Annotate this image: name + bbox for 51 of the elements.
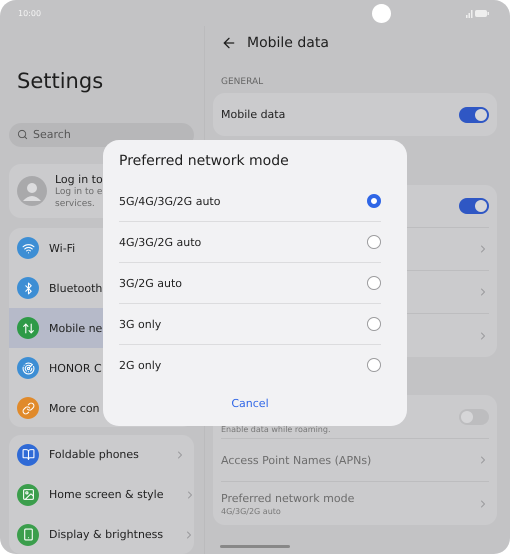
network-option[interactable]: 3G only xyxy=(119,304,381,345)
radar-icon xyxy=(17,357,39,380)
radio-button[interactable] xyxy=(367,317,381,331)
avatar-icon xyxy=(17,176,47,206)
phone-icon xyxy=(17,524,39,546)
settings-title: Settings xyxy=(17,68,104,95)
radio-button[interactable] xyxy=(367,276,381,290)
row-subtitle: 4G/3G/2G auto xyxy=(221,506,282,516)
row-label: Mobile data xyxy=(221,108,286,121)
back-icon[interactable] xyxy=(221,35,237,51)
settings-item[interactable]: Home screen & style xyxy=(9,474,194,515)
item-label: Home screen & style xyxy=(49,488,164,502)
account-subtitle: Log in to e xyxy=(55,186,103,198)
item-label: More con xyxy=(49,402,100,415)
radio-button[interactable] xyxy=(367,235,381,249)
wifi-icon xyxy=(17,237,39,260)
item-label: Wi-Fi xyxy=(49,242,76,255)
settings-item[interactable]: More con xyxy=(9,388,194,427)
cancel-button[interactable]: Cancel xyxy=(223,392,277,415)
network-option[interactable]: 3G/2G auto xyxy=(119,263,381,304)
status-icons xyxy=(466,8,490,18)
bluetooth-icon xyxy=(17,277,39,300)
radio-button[interactable] xyxy=(367,194,381,208)
settings-item[interactable]: Foldable phones xyxy=(9,434,194,475)
account-subtitle: services. xyxy=(55,198,96,210)
toggle-switch[interactable] xyxy=(459,106,489,122)
page-title: Mobile data xyxy=(247,35,329,51)
image-icon xyxy=(17,484,39,506)
row-label: Access Point Names (APNs) xyxy=(221,454,372,466)
item-label: Bluetooth xyxy=(49,282,102,295)
camera-hole xyxy=(372,4,391,23)
settings-item[interactable]: Display & brightness xyxy=(9,514,194,554)
search-icon xyxy=(17,129,28,140)
toggle-switch[interactable] xyxy=(459,408,489,424)
book-icon xyxy=(17,444,39,466)
row-subtitle: Enable data while roaming. xyxy=(221,425,330,434)
home-indicator xyxy=(220,545,290,548)
toggle-switch[interactable] xyxy=(459,198,489,214)
radio-button[interactable] xyxy=(367,358,381,372)
item-label: Mobile ne xyxy=(49,322,102,335)
account-title: Log in to xyxy=(55,172,103,186)
search-placeholder: Search xyxy=(33,128,71,142)
item-label: Display & brightness xyxy=(49,528,164,542)
arrows-icon xyxy=(17,317,39,340)
network-option[interactable]: 5G/4G/3G/2G auto xyxy=(119,181,381,222)
link-icon xyxy=(17,397,39,420)
network-option[interactable]: 4G/3G/2G auto xyxy=(119,222,381,263)
item-label: HONOR C xyxy=(49,362,102,375)
section-heading: GENERAL xyxy=(221,77,264,87)
row-label: Preferred network mode xyxy=(221,492,354,504)
item-label: Foldable phones xyxy=(49,448,139,462)
